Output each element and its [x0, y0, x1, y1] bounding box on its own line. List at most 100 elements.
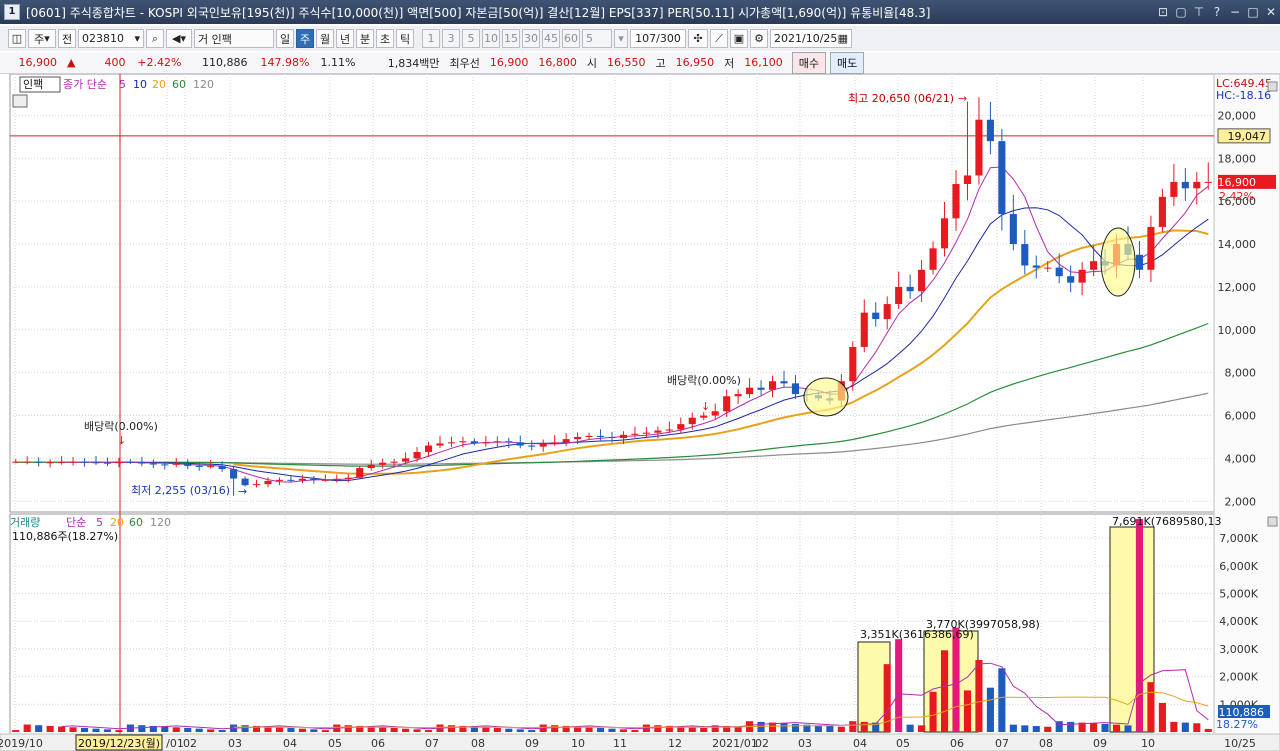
sell-button[interactable]: 매도 [829, 51, 865, 74]
custom-interval-input[interactable]: 5 [582, 29, 612, 48]
maximize-icon[interactable]: □ [1244, 5, 1262, 19]
period-tab-label: 월 [319, 32, 331, 46]
pin-icon[interactable]: ⊤ [1190, 5, 1208, 19]
period-tab-5[interactable]: 초 [376, 29, 394, 48]
interval-option[interactable]: 30 [522, 29, 540, 48]
volume-bar [287, 727, 295, 732]
candle-body [952, 184, 960, 219]
minimize-icon[interactable]: − [1226, 5, 1244, 19]
period-tab-label: 틱 [399, 32, 411, 46]
chart-area[interactable]: 20,000 18,000 16,000 14,000 12,000 10,000 8,00… [0, 74, 1280, 751]
stock-name-field[interactable]: 거 인팩 [194, 29, 274, 48]
interval-option[interactable]: 5 [462, 29, 480, 48]
line-tool-icon[interactable]: ⟋ [710, 29, 728, 48]
stock-chart[interactable]: 20,00018,00016,00014,00012,00010,0008,00… [0, 74, 1280, 751]
x-axis-label: 2019/10 [0, 737, 43, 750]
candle-body [1021, 244, 1029, 266]
interval-option[interactable]: 3 [442, 29, 460, 48]
volume-value: 110,886 [201, 56, 248, 69]
volume-bar [1101, 723, 1109, 732]
candle-body [505, 441, 513, 443]
candle-body [115, 461, 123, 464]
interval-option[interactable]: 1 [422, 29, 440, 48]
candle-body [665, 429, 673, 431]
layout-icon[interactable]: ◫ [8, 29, 26, 48]
interval-option[interactable]: 45 [542, 29, 560, 48]
volume-bar [826, 726, 834, 732]
volume-bar [814, 725, 822, 732]
gear-icon[interactable]: ⚙ [750, 29, 768, 48]
candle-body [1009, 214, 1017, 245]
volume-bar [46, 725, 54, 732]
candle-body [642, 432, 650, 434]
link-icon[interactable]: ⊡ [1154, 5, 1172, 19]
crosshair-icon[interactable]: ✣ [688, 29, 708, 48]
volume-bar [321, 730, 329, 732]
volume-bar [1067, 721, 1075, 732]
volume-bar [275, 727, 284, 732]
candle-body [986, 119, 994, 142]
search-mode: 거 [198, 32, 209, 46]
x-axis-label: 09 [1093, 737, 1107, 750]
volume-peak-label: 3,770K(3997058,98) [926, 618, 1040, 631]
date-input[interactable]: 2021/10/25 ▦ [770, 29, 852, 48]
candle-body [963, 175, 972, 185]
candle-body [998, 141, 1006, 215]
period-tab-6[interactable]: 틱 [396, 29, 414, 48]
interval-option[interactable]: 10 [482, 29, 500, 48]
x-axis-label: 10 [1141, 737, 1155, 750]
buy-button[interactable]: 매수 [791, 51, 826, 74]
toolbar: ◫ 주 ▾ 전 023810 ▾ ⌕ ◀▾ 거 인팩 일 주 월 년 분 초 틱 1… [0, 26, 1280, 51]
period-tab-2[interactable]: 월 [316, 29, 334, 48]
period-tab-0[interactable]: 일 [276, 29, 294, 48]
help-icon[interactable]: ? [1208, 5, 1226, 19]
volume-bar [986, 687, 994, 732]
volume-bar [585, 727, 593, 732]
interval-option[interactable]: 15 [502, 29, 520, 48]
volume-bar [138, 725, 146, 732]
data-count-field[interactable]: 107/300 [630, 29, 686, 48]
volume-bar [849, 721, 857, 732]
volume-bar [482, 727, 490, 732]
period-tab-4[interactable]: 분 [356, 29, 374, 48]
candle-body [80, 461, 89, 463]
volume-tick-label: 5,000K [1219, 588, 1258, 601]
speaker-icon[interactable]: ◀▾ [166, 29, 192, 48]
volume-bar [631, 730, 639, 732]
candle-body [149, 463, 157, 465]
candle-body [379, 462, 387, 465]
volume-bar [80, 727, 89, 732]
close-icon[interactable]: ✕ [1262, 5, 1280, 19]
period-tab-3[interactable]: 년 [336, 29, 354, 48]
market-select[interactable]: 주 ▾ [28, 29, 56, 48]
window-title: [0601] 주식종합차트 - KOSPI 외국인보유[195(천)] 주식수[… [26, 5, 931, 20]
trade-value: 1,834백만 [387, 56, 440, 70]
x-axis-label: 08 [1039, 737, 1053, 750]
candle-body [791, 383, 800, 395]
market-type-button[interactable]: 전 [58, 29, 76, 48]
candle-body [92, 462, 100, 464]
candle-body [734, 394, 742, 397]
candle-body [723, 396, 731, 412]
window-list-icon[interactable]: ▢ [1172, 5, 1190, 19]
search-icon[interactable]: ⌕ [146, 29, 164, 48]
volume-bar [115, 730, 123, 732]
candle-body [1078, 269, 1086, 283]
candle-body [1158, 196, 1166, 227]
candle-body [1204, 181, 1212, 183]
candle-body [493, 441, 501, 443]
chevron-down-icon[interactable]: ▾ [614, 29, 628, 48]
price-tick-label: 10,000 [1218, 324, 1257, 337]
period-tab-1[interactable]: 주 [296, 29, 314, 48]
custom-interval-value: 5 [586, 32, 593, 45]
price-tick-label: 18,000 [1218, 152, 1257, 165]
chart-background [0, 74, 1280, 751]
volume-bar [58, 726, 66, 732]
volume-bar [791, 723, 800, 732]
candle-body [390, 461, 398, 463]
open-label: 시 [586, 56, 597, 70]
highlight-ellipse [1100, 227, 1136, 297]
stock-code-input[interactable]: 023810 ▾ [78, 29, 144, 48]
save-icon[interactable]: ▣ [730, 29, 748, 48]
interval-option[interactable]: 60 [562, 29, 580, 48]
